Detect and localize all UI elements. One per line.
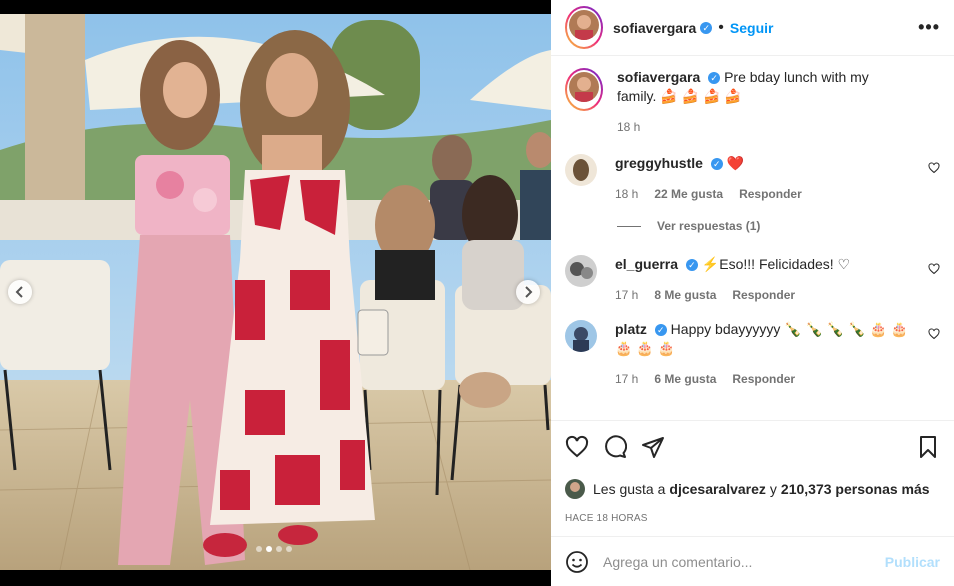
liker-avatar[interactable] bbox=[565, 479, 585, 499]
post-side-panel: sofiavergara ✓ • Seguir ••• sofiavergara… bbox=[551, 0, 954, 586]
comment-body: Happy bdayyyyyy bbox=[670, 321, 781, 337]
chevron-right-icon bbox=[525, 286, 533, 298]
red-heart-emoji-icon: ❤️ bbox=[726, 155, 745, 171]
reply-button[interactable]: Responder bbox=[732, 372, 795, 386]
comment-likes[interactable]: 22 Me gusta bbox=[654, 187, 723, 201]
lightning-emoji-icon: ⚡ bbox=[701, 256, 720, 272]
comment-time[interactable]: 17 h bbox=[615, 288, 638, 302]
carousel-indicator bbox=[256, 546, 292, 552]
photo-illustration bbox=[0, 0, 551, 586]
comment-row: el_guerra ✓ ⚡Eso!!! Felicidades! ♡ 17 h … bbox=[565, 255, 940, 302]
comment-time[interactable]: 18 h bbox=[615, 187, 638, 201]
likes-summary: Les gusta a djcesaralvarez y 210,373 per… bbox=[565, 479, 940, 499]
carousel-dot-active bbox=[266, 546, 272, 552]
caption-row: sofiavergara ✓ Pre bday lunch with my fa… bbox=[565, 68, 940, 134]
chevron-left-icon bbox=[15, 286, 23, 298]
verified-badge-icon: ✓ bbox=[708, 72, 721, 85]
comments-list: sofiavergara ✓ Pre bday lunch with my fa… bbox=[551, 56, 954, 420]
verified-badge-icon: ✓ bbox=[700, 21, 713, 34]
comment-username[interactable]: platz bbox=[615, 321, 647, 337]
share-paper-plane-icon[interactable] bbox=[641, 435, 665, 459]
verified-badge-icon: ✓ bbox=[710, 158, 723, 171]
post-timestamp[interactable]: HACE 18 HORAS bbox=[565, 513, 940, 524]
caption-username[interactable]: sofiavergara bbox=[617, 69, 700, 85]
comment-username[interactable]: el_guerra bbox=[615, 256, 678, 272]
reply-button[interactable]: Responder bbox=[732, 288, 795, 302]
publish-button[interactable]: Publicar bbox=[885, 554, 940, 570]
comment-row: platz ✓ Happy bdayyyyyy 🍾 🍾 🍾 🍾 🎂 🎂 🎂 🎂 … bbox=[565, 320, 940, 386]
comment-meta: 18 h 22 Me gusta Responder bbox=[615, 187, 910, 201]
add-comment-bar: Agrega un comentario... Publicar bbox=[551, 536, 954, 586]
author-username[interactable]: sofiavergara bbox=[613, 20, 696, 36]
comment-text: greggyhustle ✓ ❤️ bbox=[615, 154, 910, 173]
comment-time[interactable]: 17 h bbox=[615, 372, 638, 386]
comment-bubble-icon[interactable] bbox=[603, 435, 627, 459]
comment-text: el_guerra ✓ ⚡Eso!!! Felicidades! ♡ bbox=[615, 255, 910, 274]
action-icons bbox=[565, 435, 940, 459]
caption-time[interactable]: 18 h bbox=[617, 120, 640, 134]
like-comment-heart-icon[interactable] bbox=[928, 162, 940, 174]
like-heart-icon[interactable] bbox=[565, 435, 589, 459]
carousel-dot bbox=[256, 546, 262, 552]
likes-count[interactable]: 210,373 personas más bbox=[781, 481, 930, 497]
post-header: sofiavergara ✓ • Seguir ••• bbox=[551, 0, 954, 56]
commenter-avatar[interactable] bbox=[565, 154, 597, 186]
caption-meta: 18 h bbox=[617, 120, 910, 134]
instagram-post-window: sofiavergara ✓ • Seguir ••• sofiavergara… bbox=[0, 0, 954, 586]
follow-button[interactable]: Seguir bbox=[730, 20, 774, 36]
carousel-dot bbox=[276, 546, 282, 552]
likes-conjunction: y bbox=[769, 481, 777, 497]
save-bookmark-icon[interactable] bbox=[916, 435, 940, 459]
emoji-picker-icon[interactable] bbox=[565, 550, 589, 574]
separator-dot: • bbox=[718, 18, 724, 36]
reply-button[interactable]: Responder bbox=[739, 187, 802, 201]
liker-username[interactable]: djcesaralvarez bbox=[669, 481, 766, 497]
cake-emoji-icon: 🎂 🎂 🎂 bbox=[615, 340, 676, 356]
carousel-prev-button[interactable] bbox=[8, 280, 32, 304]
caption-text: sofiavergara ✓ Pre bday lunch with my fa… bbox=[617, 68, 910, 106]
like-comment-heart-icon[interactable] bbox=[928, 263, 940, 275]
verified-badge-icon: ✓ bbox=[654, 324, 667, 337]
view-replies-button[interactable]: Ver respuestas (1) bbox=[617, 219, 940, 233]
like-comment-heart-icon[interactable] bbox=[928, 328, 940, 340]
comment-body: Eso!!! Felicidades! ♡ bbox=[719, 256, 851, 272]
verified-badge-icon: ✓ bbox=[685, 259, 698, 272]
comment-username[interactable]: greggyhustle bbox=[615, 155, 703, 171]
carousel-dot bbox=[286, 546, 292, 552]
comment-likes[interactable]: 8 Me gusta bbox=[654, 288, 716, 302]
post-actions: Les gusta a djcesaralvarez y 210,373 per… bbox=[551, 420, 954, 524]
caption-avatar bbox=[569, 72, 599, 102]
caption-avatar-ring[interactable] bbox=[565, 68, 603, 111]
post-photo[interactable] bbox=[0, 0, 551, 586]
comment-row: greggyhustle ✓ ❤️ 18 h 22 Me gusta Respo… bbox=[565, 154, 940, 201]
more-options-icon[interactable]: ••• bbox=[918, 17, 940, 38]
comment-meta: 17 h 8 Me gusta Responder bbox=[615, 288, 910, 302]
likes-prefix: Les gusta a bbox=[593, 481, 666, 497]
carousel-next-button[interactable] bbox=[516, 280, 540, 304]
commenter-avatar[interactable] bbox=[565, 320, 597, 352]
view-replies-label: Ver respuestas (1) bbox=[657, 219, 761, 233]
comment-meta: 17 h 6 Me gusta Responder bbox=[615, 372, 910, 386]
comment-text: platz ✓ Happy bdayyyyyy 🍾 🍾 🍾 🍾 🎂 🎂 🎂 🎂 … bbox=[615, 320, 910, 358]
author-avatar bbox=[569, 10, 599, 40]
comment-input[interactable]: Agrega un comentario... bbox=[603, 554, 752, 570]
comment-likes[interactable]: 6 Me gusta bbox=[654, 372, 716, 386]
cake-emoji-icon: 🍰 🍰 🍰 🍰 bbox=[660, 88, 742, 104]
author-avatar-ring[interactable] bbox=[565, 6, 603, 49]
commenter-avatar[interactable] bbox=[565, 255, 597, 287]
bottle-cake-emoji-icon: 🍾 🍾 🍾 🍾 🎂 🎂 bbox=[784, 321, 909, 337]
replies-line bbox=[617, 225, 641, 227]
